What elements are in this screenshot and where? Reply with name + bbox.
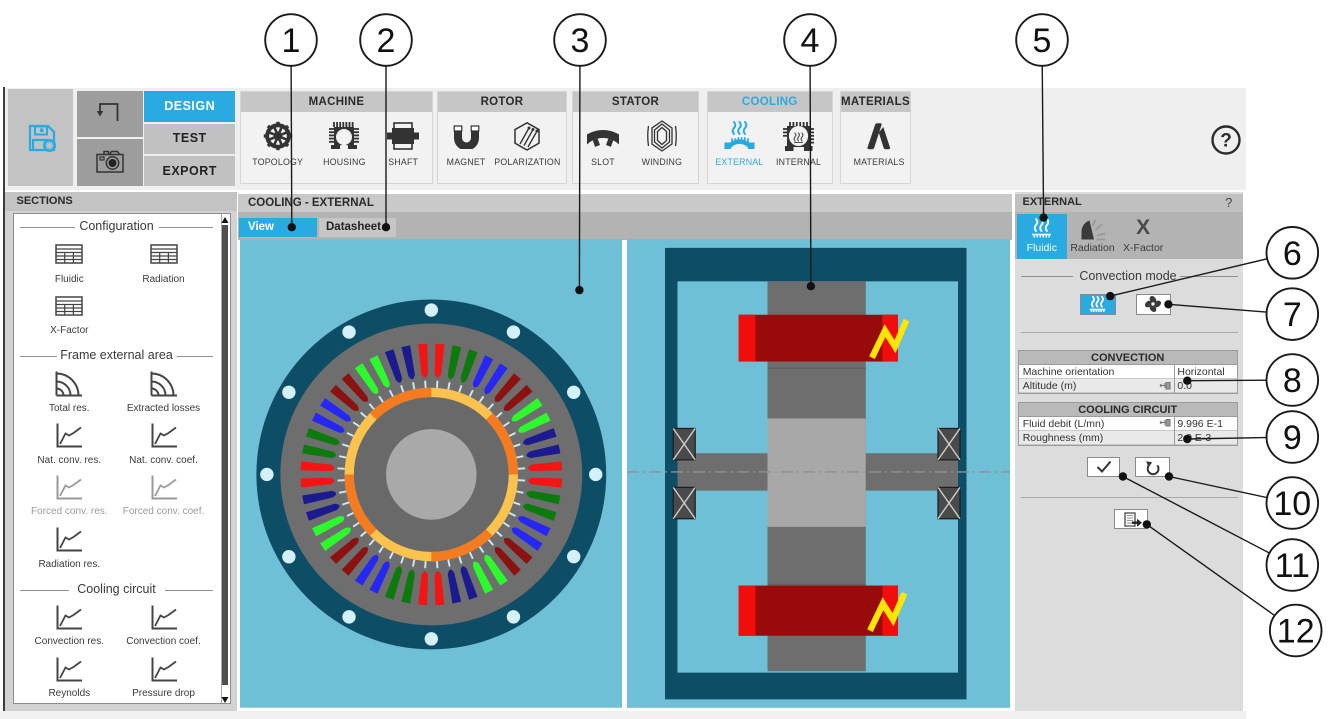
svg-text:9: 9 — [1283, 419, 1302, 457]
svg-text:3: 3 — [571, 22, 590, 60]
svg-text:4: 4 — [801, 22, 820, 60]
svg-text:11: 11 — [1275, 547, 1310, 585]
svg-text:7: 7 — [1283, 296, 1302, 334]
svg-text:1: 1 — [282, 22, 301, 60]
svg-text:5: 5 — [1033, 22, 1052, 60]
svg-text:?: ? — [1220, 130, 1232, 151]
svg-text:2: 2 — [377, 22, 396, 60]
svg-text:10: 10 — [1273, 485, 1311, 523]
svg-text:8: 8 — [1283, 362, 1302, 400]
svg-text:12: 12 — [1277, 613, 1315, 651]
svg-text:6: 6 — [1283, 235, 1302, 273]
